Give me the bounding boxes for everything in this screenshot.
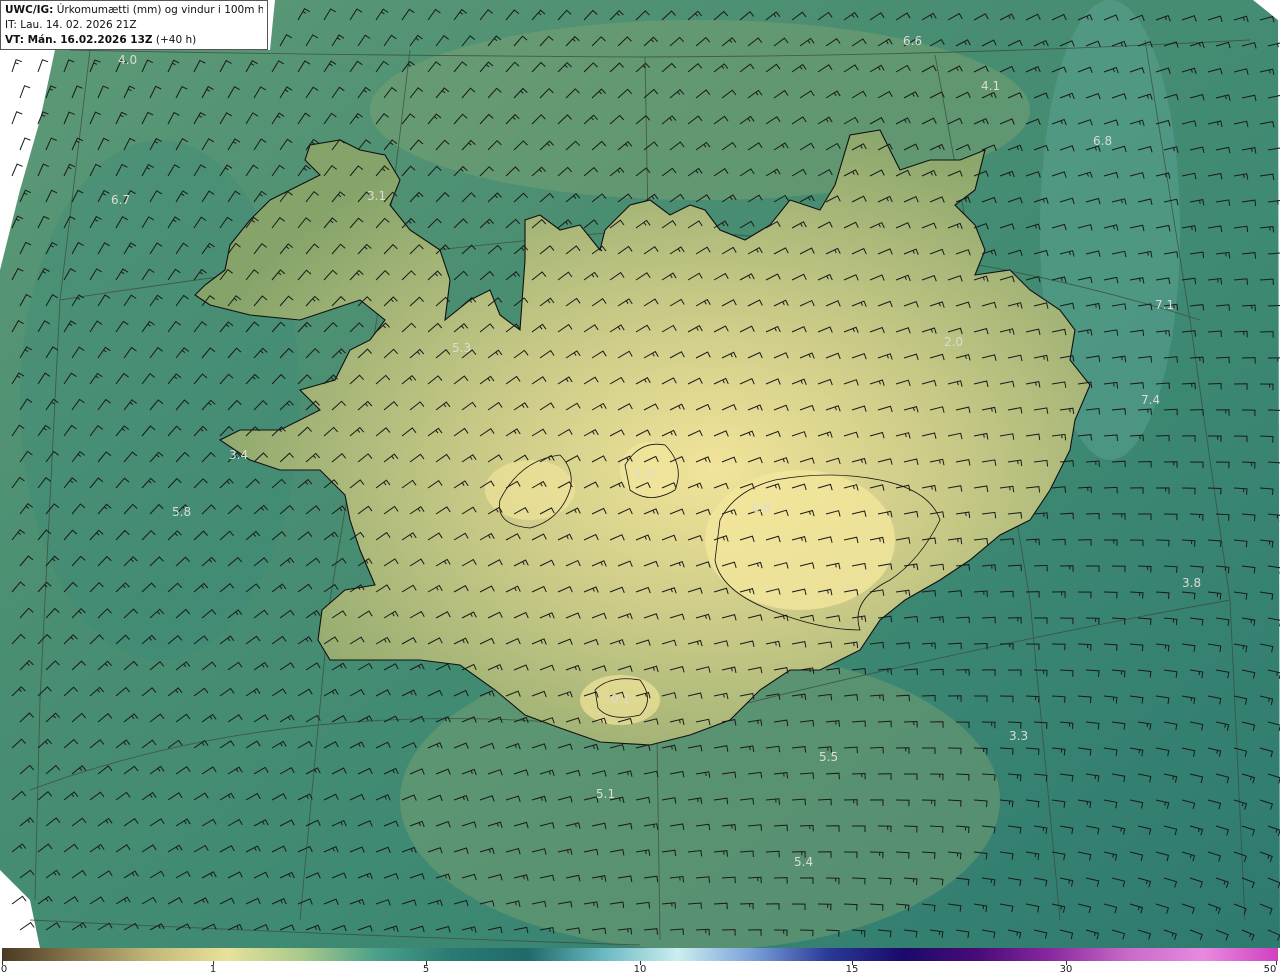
colorbar-tick-label: 50 <box>1263 964 1277 975</box>
map-title: Úrkomumætti (mm) og vindur i 100m hæð <box>56 4 263 16</box>
map-info-box: UWC/IG: Úrkomumætti (mm) og vindur i 100… <box>0 0 268 50</box>
colorbar-gradient <box>2 948 1278 961</box>
product-code: UWC/IG: <box>5 4 54 16</box>
valid-time-row: VT: Mán. 16.02.2026 13Z (+40 h) <box>5 33 263 48</box>
colorbar-tick-label: 0 <box>0 964 8 975</box>
value-label: 5.1 <box>596 787 615 801</box>
value-label: 0.1 <box>611 692 630 706</box>
lead-time: (+40 h) <box>155 34 197 46</box>
initial-time-value: Lau. 14. 02. 2026 21Z <box>20 19 137 31</box>
highland-patch-langjokull <box>485 460 575 520</box>
value-label: 6.7 <box>111 193 130 207</box>
colorbar-tick-label: 5 <box>422 964 430 975</box>
initial-time-label: IT: <box>5 19 17 31</box>
value-label: 5.5 <box>819 750 838 764</box>
value-label: 7.4 <box>1141 393 1160 407</box>
value-label: 7.1 <box>1155 298 1174 312</box>
value-label: 3.1 <box>367 189 386 203</box>
colorbar-tick-label: 15 <box>845 964 859 975</box>
precipitation-wind-map: 6.6 4.0 4.1 6.8 6.7 3.1 7.1 5.3 2.0 7.4 … <box>0 0 1280 948</box>
valid-time: VT: Mán. 16.02.2026 13Z <box>5 34 153 46</box>
value-label: 5.4 <box>794 855 813 869</box>
value-label: 6.6 <box>903 34 922 48</box>
title-row: UWC/IG: Úrkomumætti (mm) og vindur i 100… <box>5 3 263 18</box>
colorbar-tick-label: 10 <box>633 964 647 975</box>
value-label: 4.0 <box>118 53 137 67</box>
value-label: 3.8 <box>1182 576 1201 590</box>
value-label: 6.8 <box>1093 134 1112 148</box>
colorbar: 0 1 5 10 15 30 50 <box>0 948 1280 978</box>
value-label: 3.3 <box>1009 729 1028 743</box>
value-label: 3.4 <box>229 448 248 462</box>
value-label: 5.8 <box>172 505 191 519</box>
value-label: 0.8 <box>752 501 771 515</box>
value-label: 5.3 <box>452 341 471 355</box>
colorbar-tick-label: 30 <box>1059 964 1073 975</box>
colorbar-tick-label: 1 <box>209 964 217 975</box>
initial-time-row: IT: Lau. 14. 02. 2026 21Z <box>5 18 263 33</box>
value-label: 4.1 <box>981 79 1000 93</box>
value-label: 1.0 <box>635 467 654 481</box>
value-label: 2.0 <box>944 335 963 349</box>
